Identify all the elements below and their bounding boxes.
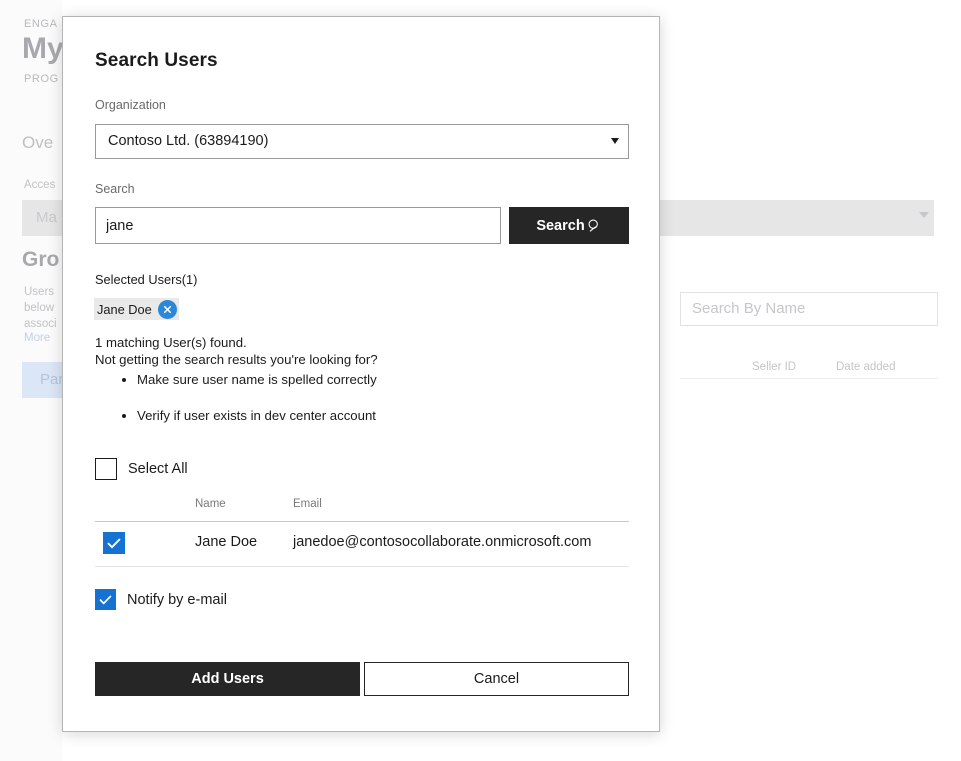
background-access-label: Acces — [24, 179, 56, 191]
cancel-button[interactable]: Cancel — [364, 662, 629, 696]
background-tab-partners-label: Par — [40, 371, 64, 388]
select-all-label: Select All — [128, 461, 188, 477]
search-button-label: Search — [536, 217, 585, 234]
column-header-name: Name — [195, 498, 226, 510]
close-icon[interactable] — [157, 299, 177, 319]
table-row[interactable]: Jane Doe janedoe@contosocollaborate.onmi… — [95, 521, 629, 567]
search-input[interactable] — [95, 207, 501, 244]
add-users-button[interactable]: Add Users — [95, 662, 360, 696]
result-count-text: 1 matching User(s) found. — [95, 335, 247, 350]
background-eyebrow-program: PROG — [24, 73, 59, 85]
notify-by-email-checkbox[interactable] — [95, 589, 116, 610]
background-more-link[interactable]: More — [24, 332, 50, 344]
check-icon — [99, 595, 112, 604]
selected-user-chip: Jane Doe — [94, 298, 179, 320]
selected-users-label: Selected Users(1) — [95, 272, 198, 287]
dialog-title: Search Users — [95, 50, 218, 71]
background-column-date-added: Date added — [836, 361, 896, 373]
row-email-cell: janedoe@contosocollaborate.onmicrosoft.c… — [293, 534, 592, 550]
organization-label: Organization — [95, 98, 166, 112]
background-description-line-2: below — [24, 302, 55, 314]
background-description-line-3: associ — [24, 318, 57, 330]
search-icon — [588, 219, 598, 232]
result-help-question: Not getting the search results you're lo… — [95, 352, 378, 367]
organization-select[interactable]: Contoso Ltd. (63894190) — [95, 124, 629, 159]
background-table-divider — [680, 378, 938, 379]
search-hints-list: Make sure user name is spelled correctly… — [115, 372, 377, 444]
selected-user-chip-name: Jane Doe — [97, 301, 152, 317]
row-checkbox[interactable] — [103, 532, 125, 554]
background-manage-dropdown-label: Ma — [36, 209, 57, 226]
search-button[interactable]: Search — [509, 207, 629, 244]
search-results-table: Name Email Jane Doe janedoe@contosocolla… — [95, 495, 629, 567]
notify-by-email-label: Notify by e-mail — [127, 591, 227, 608]
check-icon — [107, 538, 121, 548]
search-hint-item: Make sure user name is spelled correctly — [137, 372, 377, 388]
search-hint-item: Verify if user exists in dev center acco… — [137, 408, 377, 424]
background-column-seller-id: Seller ID — [752, 361, 797, 373]
organization-select-value: Contoso Ltd. (63894190) — [108, 133, 269, 149]
select-all-checkbox[interactable] — [95, 458, 117, 480]
search-label: Search — [95, 182, 135, 196]
background-search-by-name-placeholder: Search By Name — [692, 300, 806, 317]
chevron-down-icon — [919, 212, 929, 218]
background-nav-overview[interactable]: Ove — [22, 133, 53, 153]
background-page-title: My — [22, 32, 64, 65]
column-header-email: Email — [293, 498, 322, 510]
close-glyph — [163, 305, 171, 313]
select-all-row[interactable]: Select All — [95, 458, 188, 480]
background-group-heading: Gro — [22, 248, 60, 271]
search-users-dialog: Search Users Organization Contoso Ltd. (… — [62, 16, 660, 732]
background-eyebrow-engagement: ENGA — [24, 18, 58, 30]
row-name-cell: Jane Doe — [195, 534, 258, 550]
chevron-down-icon — [611, 138, 619, 144]
notify-by-email-row[interactable]: Notify by e-mail — [95, 589, 227, 610]
table-header-row: Name Email — [95, 495, 629, 522]
background-description-line-1: Users — [24, 286, 55, 298]
